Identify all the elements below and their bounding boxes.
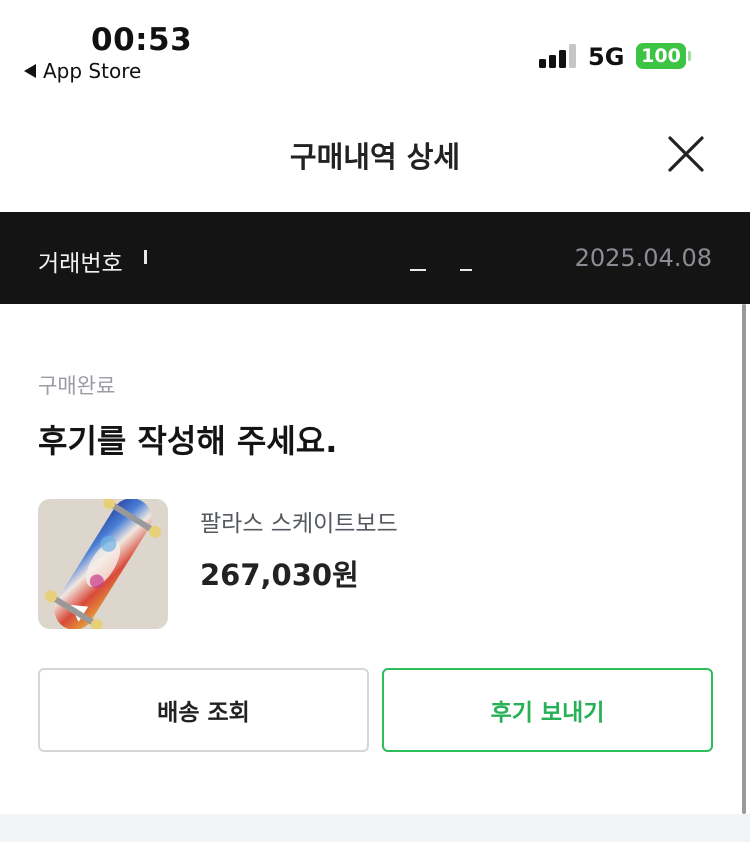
battery-cap xyxy=(688,51,691,61)
status-time: 00:53 xyxy=(91,22,193,58)
page-title: 구매내역 상세 xyxy=(289,140,461,174)
battery-level: 100 xyxy=(641,45,681,67)
transaction-number-label: 거래번호 xyxy=(38,251,123,277)
battery-icon: 100 xyxy=(636,43,686,69)
scrollbar-thumb[interactable] xyxy=(742,304,746,814)
back-app-label: App Store xyxy=(43,59,142,83)
product-image[interactable] xyxy=(38,499,168,629)
close-icon xyxy=(668,136,704,172)
status-bar: 00:53 App Store 5G 100 xyxy=(0,0,750,96)
review-prompt-heading: 후기를 작성해 주세요. xyxy=(38,422,338,460)
transaction-bar: 거래번호 2025.04.08 xyxy=(0,212,750,304)
transaction-number-redacted xyxy=(142,242,482,272)
order-status-label: 구매완료 xyxy=(38,374,116,398)
page-header: 구매내역 상세 xyxy=(0,96,750,212)
network-type: 5G xyxy=(588,43,625,71)
section-divider xyxy=(0,814,750,842)
product-price: 267,030원 xyxy=(200,558,359,592)
product-name[interactable]: 팔라스 스케이트보드 xyxy=(200,504,398,538)
track-shipping-button[interactable]: 배송 조회 xyxy=(38,668,369,752)
close-button[interactable] xyxy=(664,132,708,176)
skateboard-image xyxy=(38,499,168,629)
back-arrow-icon xyxy=(24,64,36,78)
transaction-date: 2025.04.08 xyxy=(574,244,712,272)
signal-strength-icon xyxy=(539,44,577,68)
back-to-app-link[interactable]: App Store xyxy=(24,59,141,83)
order-detail-card: 구매완료 후기를 작성해 주세요. 팔라스 스케이트보드 267,030원 배송… xyxy=(0,304,740,814)
send-review-button[interactable]: 후기 보내기 xyxy=(382,668,713,752)
